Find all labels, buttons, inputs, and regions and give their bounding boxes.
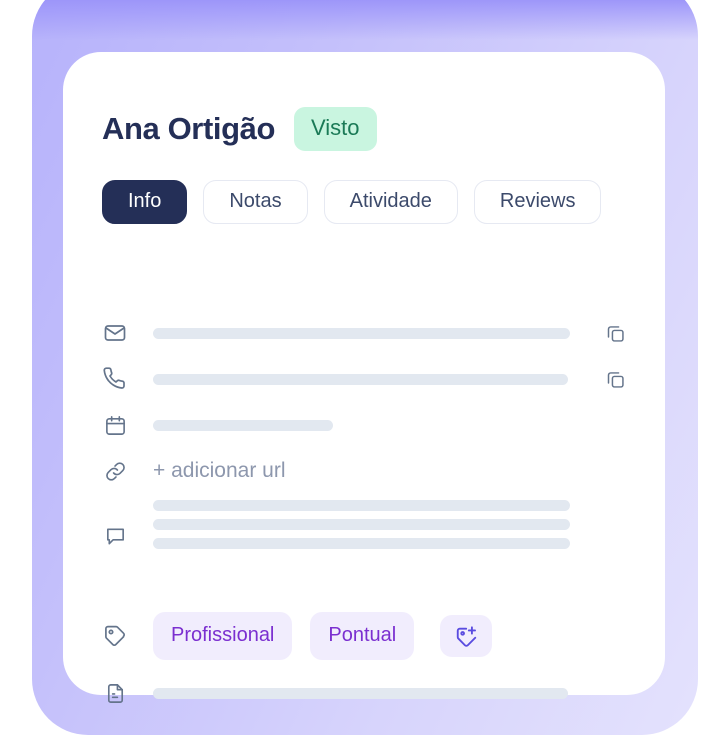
date-row xyxy=(102,412,626,438)
copy-icon[interactable] xyxy=(604,322,626,344)
status-badge: Visto xyxy=(294,107,377,151)
tags-row: Profissional Pontual xyxy=(102,612,626,660)
date-value-placeholder[interactable] xyxy=(153,419,333,431)
tag-chip-pontual[interactable]: Pontual xyxy=(310,612,415,660)
phone-row xyxy=(102,366,626,392)
tag-icon xyxy=(102,623,128,649)
copy-icon[interactable] xyxy=(604,368,626,390)
page-title: Ana Ortigão xyxy=(102,111,276,146)
add-tag-button[interactable] xyxy=(440,615,493,657)
notes-row xyxy=(102,499,626,549)
card-header: Ana Ortigão Visto xyxy=(102,107,377,151)
phone-value-placeholder[interactable] xyxy=(153,373,568,385)
link-icon xyxy=(102,458,128,484)
tab-bar: Info Notas Atividade Reviews xyxy=(102,180,602,224)
tab-atividade[interactable]: Atividade xyxy=(323,180,458,224)
frame-wrapper: Ana Ortigão Visto Info Notas Atividade R… xyxy=(0,0,723,755)
document-icon xyxy=(102,680,128,706)
calendar-icon xyxy=(102,412,128,438)
chat-bubble-icon xyxy=(102,522,128,548)
mail-icon xyxy=(102,320,128,346)
frame-top-glow xyxy=(32,0,698,40)
notes-line xyxy=(153,500,570,511)
tab-info[interactable]: Info xyxy=(102,180,188,224)
file-value-placeholder[interactable] xyxy=(153,687,568,699)
email-value-placeholder[interactable] xyxy=(153,327,570,339)
notes-line xyxy=(153,538,570,549)
tab-reviews[interactable]: Reviews xyxy=(473,180,602,224)
contact-detail-card: Ana Ortigão Visto Info Notas Atividade R… xyxy=(63,52,665,703)
notes-value-placeholder[interactable] xyxy=(153,499,570,549)
add-url-link[interactable]: + adicionar url xyxy=(153,459,286,483)
phone-icon xyxy=(102,366,128,392)
url-row: + adicionar url xyxy=(102,458,626,484)
tab-notas[interactable]: Notas xyxy=(203,180,308,224)
tag-chip-profissional[interactable]: Profissional xyxy=(153,612,293,660)
tag-list: Profissional Pontual xyxy=(153,612,493,660)
email-row xyxy=(102,320,626,346)
tag-plus-icon xyxy=(456,625,476,647)
file-row xyxy=(102,680,626,706)
notes-line xyxy=(153,519,570,530)
